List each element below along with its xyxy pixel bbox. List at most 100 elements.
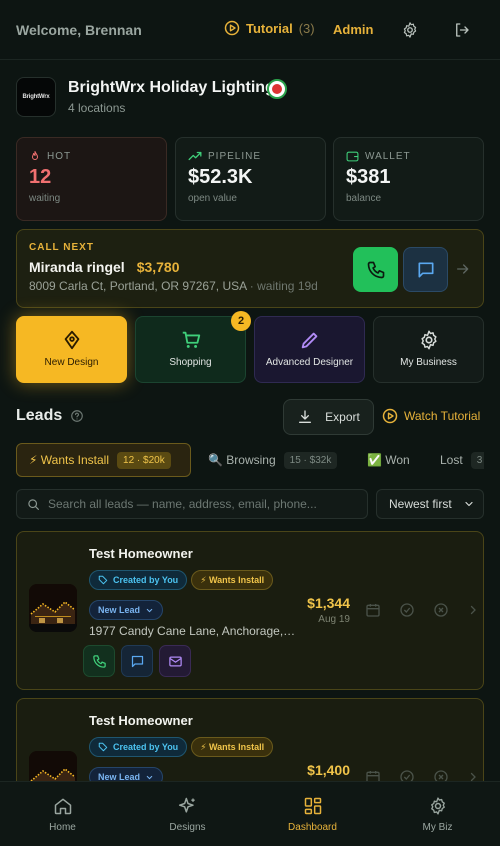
filter-browsing-label: 🔍 Browsing: [208, 453, 276, 467]
admin-link[interactable]: Admin: [333, 22, 373, 37]
house-thumbnail: [29, 584, 77, 632]
filter-won-label: ✅ Won: [367, 453, 410, 467]
chevron-down-icon: [146, 608, 153, 612]
filter-lost-label: Lost: [440, 453, 463, 467]
lead-price: $1,400: [307, 762, 350, 778]
business-header: BrightWrx BrightWrx Holiday Lighting 4 l…: [16, 77, 484, 117]
tutorial-button[interactable]: Tutorial (3): [224, 20, 315, 36]
call-next-waiting: · waiting 19d: [249, 279, 318, 293]
mail-icon: [168, 656, 182, 666]
new-design-tile[interactable]: New Design: [16, 316, 127, 383]
lead-message-button[interactable]: [121, 645, 153, 677]
filter-tab-wants-install[interactable]: ⚡ Wants Install 12 · $20k: [16, 443, 191, 477]
lead-status-dropdown[interactable]: New Lead: [89, 600, 164, 620]
flame-icon: [32, 151, 38, 160]
tutorial-label: Tutorial: [246, 20, 293, 36]
call-next-phone-button[interactable]: [353, 247, 398, 292]
my-business-label: My Business: [400, 357, 457, 368]
business-badge-icon: [267, 79, 287, 99]
call-next-address: 8009 Carla Ct, Portland, OR 97267, USA: [29, 279, 247, 293]
lead-search-box: [16, 489, 368, 519]
sort-select[interactable]: Newest first: [376, 489, 484, 519]
filter-wants-install-label: ⚡ Wants Install: [29, 453, 110, 467]
stat-wallet-value: $381: [346, 166, 391, 188]
watch-tutorial-button[interactable]: Watch Tutorial: [382, 408, 480, 424]
created-by-you-label: Created by You: [113, 575, 179, 585]
lead-call-button[interactable]: [83, 645, 115, 677]
trending-up-icon: [188, 151, 202, 161]
search-icon: [28, 498, 39, 510]
lead-search-input[interactable]: [48, 497, 358, 511]
my-business-tile[interactable]: My Business: [373, 316, 484, 383]
filter-tab-won[interactable]: ✅ Won: [367, 443, 410, 477]
chevron-down-icon: [465, 501, 473, 507]
lead-filter-tabs: ⚡ Wants Install 12 · $20k 🔍 Browsing 15 …: [16, 443, 484, 477]
watch-tutorial-label: Watch Tutorial: [404, 409, 481, 423]
message-icon: [131, 655, 143, 667]
leads-title-text: Leads: [16, 407, 63, 424]
stat-hot-value: 12: [29, 166, 52, 188]
call-next-amount: $3,780: [136, 259, 180, 275]
business-logo-text: BrightWrx: [22, 94, 50, 100]
nav-my-biz-label: My Biz: [422, 822, 453, 833]
filter-lost-count: 3: [470, 451, 484, 469]
nav-home[interactable]: Home: [0, 782, 125, 846]
call-next-name: Miranda ringel: [29, 259, 125, 275]
stat-wallet-sub: balance: [346, 193, 382, 204]
calendar-icon[interactable]: [365, 602, 381, 618]
stat-card-pipeline[interactable]: PIPELINE $52.3K open value: [175, 137, 326, 221]
lead-name: Test Homeowner: [89, 546, 193, 561]
lead-email-button[interactable]: [159, 645, 191, 677]
logout-icon[interactable]: [453, 21, 471, 39]
lead-name: Test Homeowner: [89, 713, 193, 728]
stat-hot-sub: waiting: [29, 193, 61, 204]
settings-gear-icon[interactable]: [401, 21, 419, 39]
new-design-label: New Design: [44, 357, 99, 368]
arrow-right-icon[interactable]: [455, 261, 471, 277]
cart-icon: [182, 331, 200, 348]
home-icon: [54, 798, 71, 815]
gear-icon: [420, 330, 437, 350]
stat-card-wallet[interactable]: WALLET $381 balance: [333, 137, 484, 221]
business-logo: BrightWrx: [16, 77, 56, 117]
created-by-you-tag: Created by You: [89, 737, 188, 757]
gear-icon: [430, 797, 445, 815]
phone-icon: [92, 654, 106, 668]
play-circle-icon: [382, 408, 398, 424]
stat-card-hot[interactable]: HOT 12 waiting: [16, 137, 167, 221]
stat-pipeline-value: $52.3K: [188, 166, 253, 188]
x-circle-icon[interactable]: [433, 602, 449, 618]
lead-status-label: New Lead: [98, 605, 141, 615]
nav-dashboard-label: Dashboard: [288, 822, 337, 833]
phone-icon: [367, 261, 384, 278]
shopping-tile[interactable]: Shopping 2: [135, 311, 251, 383]
download-icon: [299, 410, 312, 423]
nav-dashboard[interactable]: Dashboard: [250, 782, 375, 846]
bottom-nav: Home Designs Dashboard My Biz: [0, 781, 500, 846]
business-locations[interactable]: 4 locations: [68, 101, 125, 115]
call-next-message-button[interactable]: [403, 247, 448, 292]
chevron-right-icon[interactable]: [467, 604, 479, 616]
nav-designs[interactable]: Designs: [125, 782, 250, 846]
export-button[interactable]: Export: [283, 399, 374, 435]
welcome-text: Welcome, Brennan: [16, 21, 142, 38]
pencil-icon: [301, 332, 317, 349]
advanced-designer-tile[interactable]: Advanced Designer: [254, 316, 365, 383]
nav-designs-label: Designs: [169, 822, 206, 833]
nav-home-label: Home: [49, 822, 76, 833]
help-circle-icon[interactable]: [70, 409, 84, 423]
play-circle-icon: [224, 20, 240, 36]
wants-install-tag: ⚡ Wants Install: [191, 737, 274, 757]
filter-tab-browsing[interactable]: 🔍 Browsing 15 · $32k: [208, 443, 338, 477]
tag-icon: [98, 742, 108, 752]
stat-pipeline-label: PIPELINE: [208, 150, 262, 162]
wallet-icon: [346, 151, 359, 162]
lead-card[interactable]: Test Homeowner Created by You ⚡ Wants In…: [16, 531, 484, 690]
filter-tab-lost[interactable]: Lost 3: [440, 443, 484, 477]
stat-wallet-label: WALLET: [365, 150, 411, 162]
call-next-card[interactable]: CALL NEXT Miranda ringel $3,780 8009 Carl…: [16, 229, 484, 308]
nav-my-biz[interactable]: My Biz: [375, 782, 500, 846]
lead-price: $1,344: [307, 595, 350, 611]
advanced-designer-label: Advanced Designer: [265, 357, 354, 368]
check-circle-icon[interactable]: [399, 602, 415, 618]
